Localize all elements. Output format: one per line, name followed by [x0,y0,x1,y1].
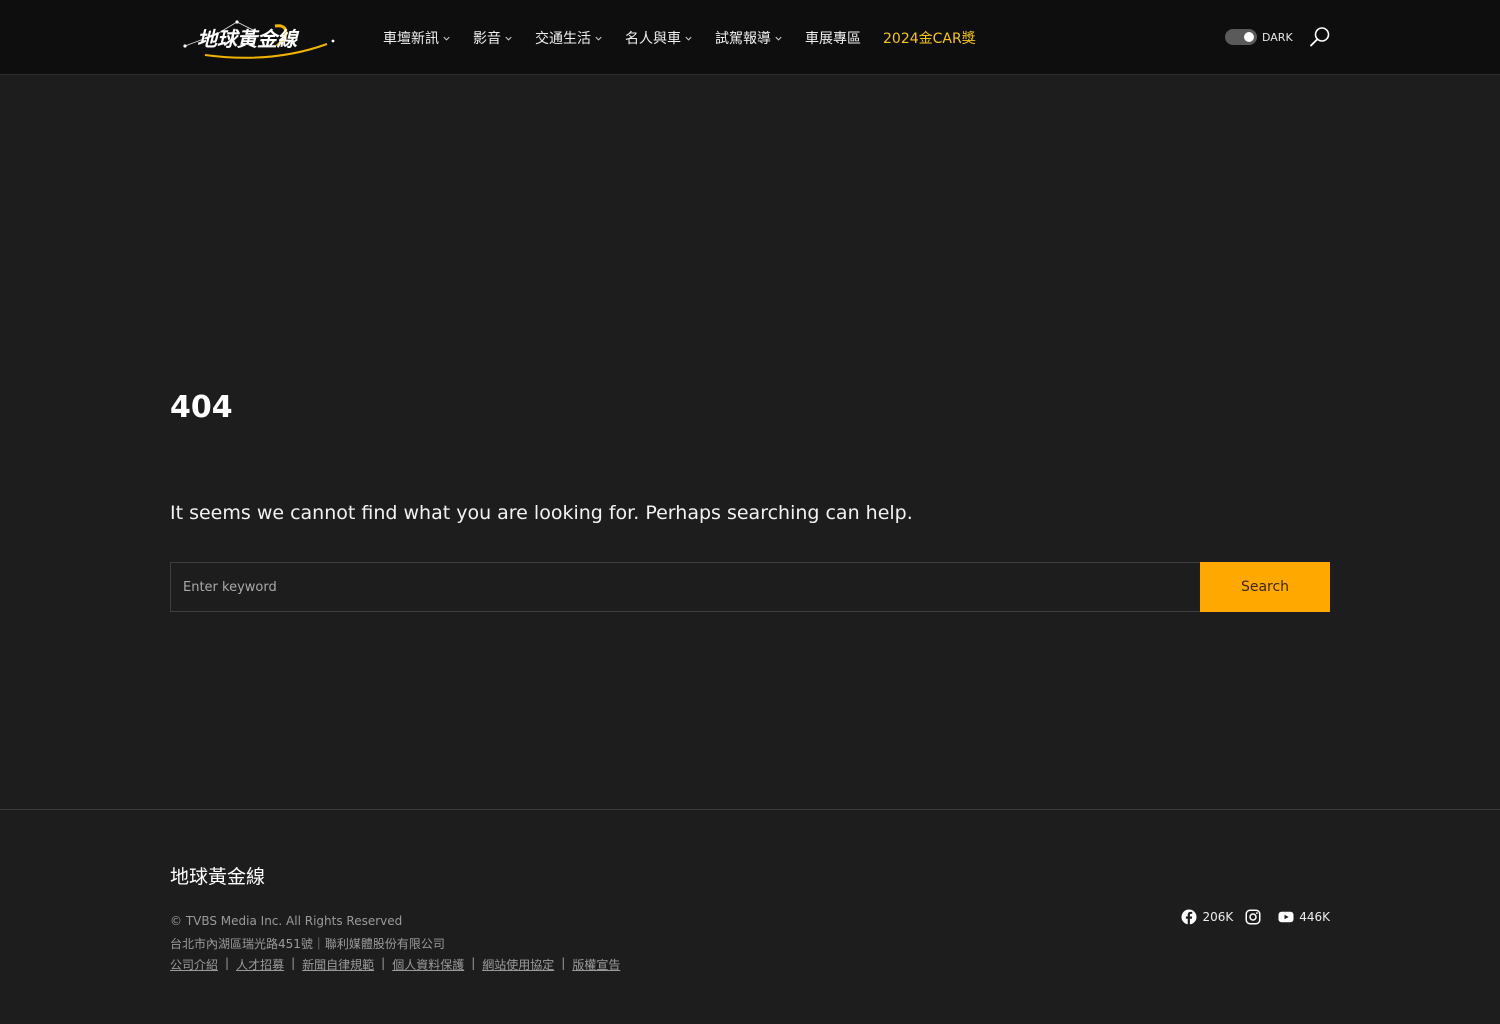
search-input[interactable] [170,562,1200,612]
social-youtube[interactable]: 446K [1277,908,1330,926]
footer-link-careers[interactable]: 人才招募 [236,956,284,973]
chevron-down-icon [443,36,450,41]
error-code: 404 [170,390,233,425]
nav-item-label: 名人與車 [625,30,681,47]
search-button[interactable]: Search [1200,562,1330,612]
search-form: Search [170,562,1330,612]
instagram-icon [1245,909,1261,925]
nav-item-label: 車展專區 [805,30,861,47]
dark-mode-toggle[interactable]: DARK [1225,29,1293,45]
footer-links: 公司介紹 | 人才招募 | 新聞自律規範 | 個人資料保護 | 網站使用協定 |… [170,956,620,973]
nav-item-label: 交通生活 [535,30,591,47]
nav-item-auto-show[interactable]: 車展專區 [805,28,861,48]
search-icon[interactable] [1309,26,1331,48]
nav-item-label: 影音 [473,30,501,47]
chevron-down-icon [505,36,512,41]
facebook-count: 206K [1202,910,1234,924]
chevron-down-icon [685,36,692,41]
nav-item-celebrities[interactable]: 名人與車 [625,28,693,48]
logo-text: 地球黃金線 [197,27,300,51]
link-separator: | [561,956,566,970]
link-separator: | [471,956,476,970]
toggle-knob [1244,32,1254,42]
chevron-down-icon [775,36,782,41]
chevron-down-icon [595,36,602,41]
site-logo[interactable]: 地球黃金線 [177,14,337,60]
nav-item-golden-car-award[interactable]: 2024金CAR獎 [883,28,976,48]
toggle-label: DARK [1262,30,1293,44]
nav-item-test-drive[interactable]: 試駕報導 [715,28,783,48]
footer-link-about[interactable]: 公司介紹 [170,956,218,973]
nav-item-label: 2024金CAR獎 [883,30,976,47]
social-links: 206K 446K [1169,908,1330,926]
nav-item-traffic-life[interactable]: 交通生活 [535,28,603,48]
nav-item-video[interactable]: 影音 [473,28,513,48]
nav-item-label: 車壇新訊 [383,30,439,47]
error-message: It seems we cannot find what you are loo… [170,502,913,524]
youtube-count: 446K [1299,910,1330,924]
company-address: 台北市內湖區瑞光路451號｜聯利媒體股份有限公司 [170,937,445,951]
logo-graphic: 地球黃金線 [183,20,335,59]
footer-link-copyright[interactable]: 版權宣告 [572,956,620,973]
footer-brand: 地球黃金線 [170,866,266,888]
main-nav: 車壇新訊 影音 交通生活 名人與車 試駕報導 車展專區 2024金CAR獎 [383,0,998,75]
footer-link-terms[interactable]: 網站使用協定 [482,956,554,973]
nav-item-label: 試駕報導 [715,30,771,47]
social-facebook[interactable]: 206K [1180,908,1233,926]
copyright-text: © TVBS Media Inc. All Rights Reserved [170,914,403,928]
link-separator: | [225,956,230,970]
footer-link-privacy[interactable]: 個人資料保護 [392,956,464,973]
toggle-track [1225,29,1257,45]
link-separator: | [381,956,386,970]
facebook-icon [1181,909,1197,925]
nav-item-car-news[interactable]: 車壇新訊 [383,28,451,48]
site-header: 地球黃金線 車壇新訊 影音 交通生活 名人與車 試駕報導 車展專區 2024金C… [0,0,1500,75]
link-separator: | [291,956,296,970]
footer-link-news-ethics[interactable]: 新聞自律規範 [302,956,374,973]
youtube-icon [1278,911,1294,923]
site-footer: 地球黃金線 © TVBS Media Inc. All Rights Reser… [0,809,1500,1024]
social-instagram[interactable] [1244,908,1266,926]
